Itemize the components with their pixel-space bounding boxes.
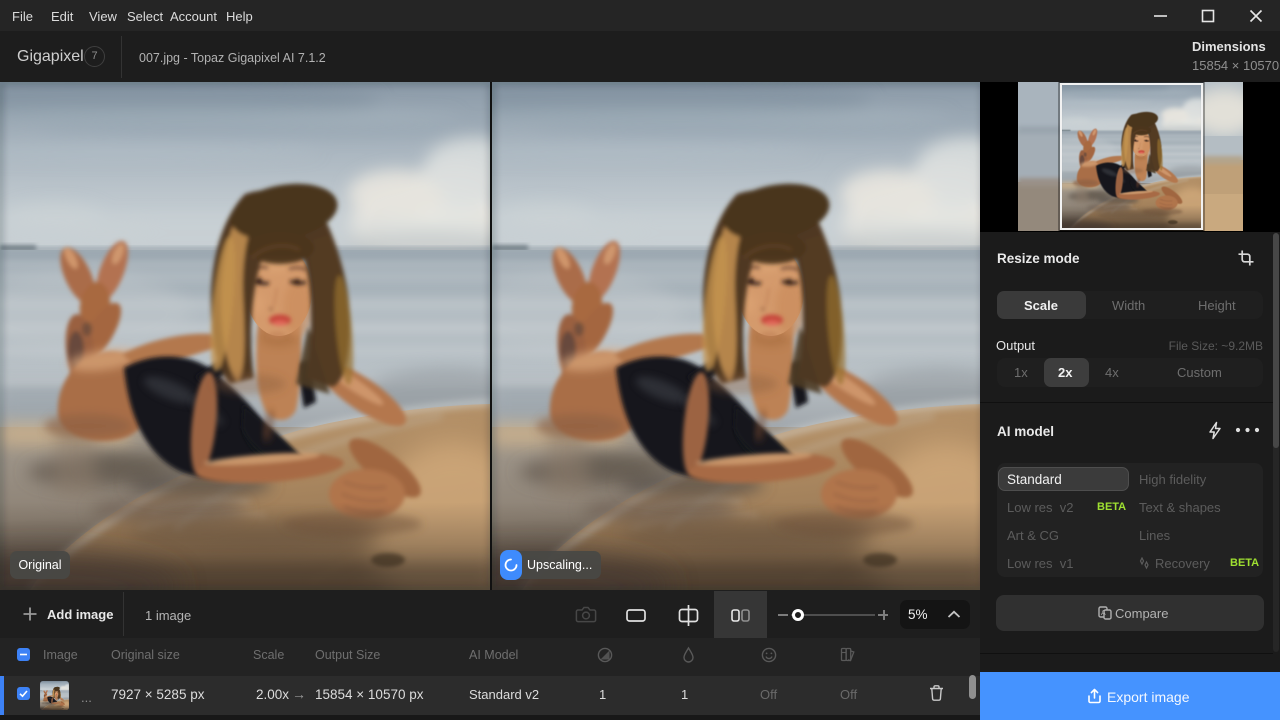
svg-text:A: A (1101, 610, 1106, 617)
